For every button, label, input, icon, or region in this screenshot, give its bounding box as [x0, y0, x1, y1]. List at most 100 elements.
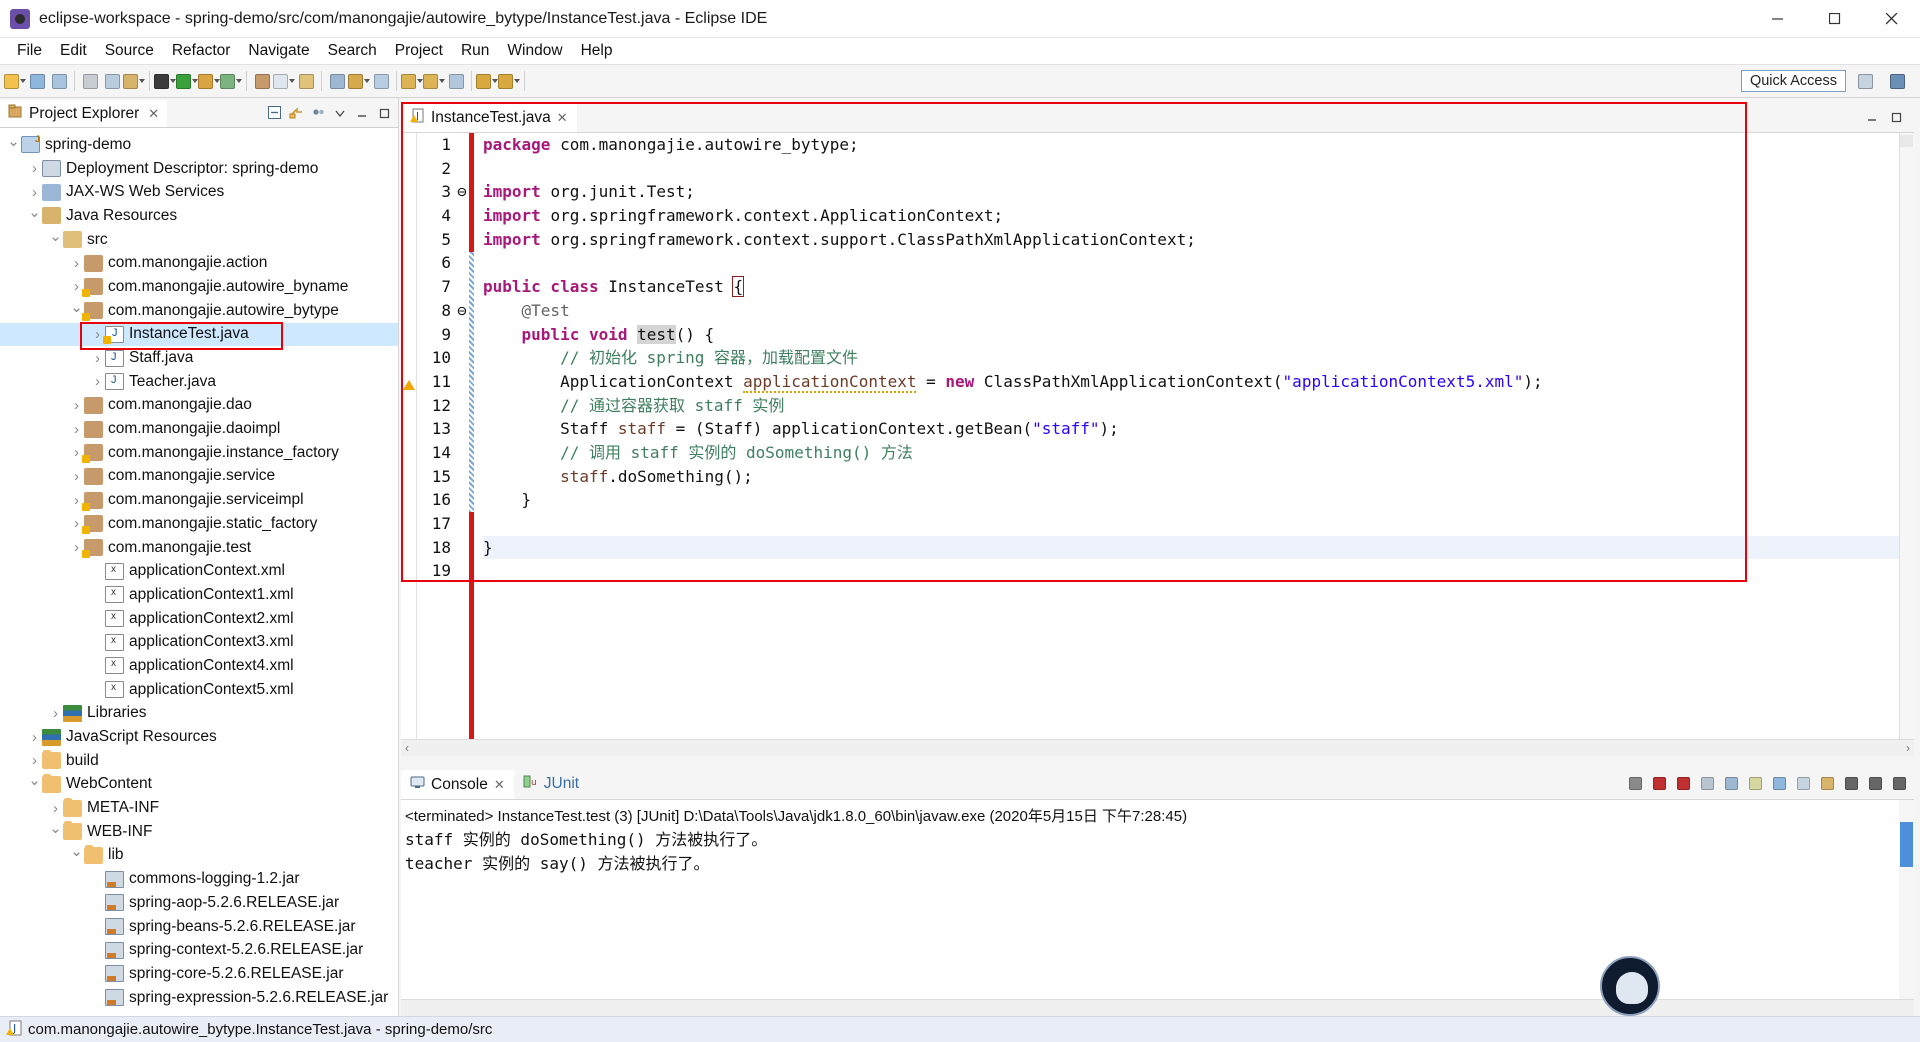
view-menu-icon[interactable] — [308, 103, 328, 123]
last-edit-location-icon[interactable] — [445, 69, 467, 93]
chevron-right-icon[interactable] — [48, 800, 63, 817]
display-selected-console-icon[interactable] — [1793, 773, 1814, 794]
word-wrap-icon[interactable] — [1745, 773, 1766, 794]
chevron-down-icon[interactable] — [139, 79, 145, 83]
pin-console-icon[interactable] — [1769, 773, 1790, 794]
code-line[interactable]: ApplicationContext applicationContext = … — [483, 370, 1899, 394]
project-tree[interactable]: spring-demo Deployment Descriptor: spring… — [0, 128, 398, 1016]
tree-item-com-manongajie-dao[interactable]: com.manongajie.dao — [0, 394, 398, 418]
code-line[interactable]: staff.doSomething(); — [483, 465, 1899, 489]
tree-item-spring-beans-5-2-6-release-jar[interactable]: spring-beans-5.2.6.RELEASE.jar — [0, 915, 398, 939]
menu-refactor[interactable]: Refactor — [163, 39, 240, 63]
previous-annotation-icon[interactable] — [423, 69, 445, 93]
tree-item-deployment-descriptor-spring-demo[interactable]: Deployment Descriptor: spring-demo — [0, 157, 398, 181]
console-horizontal-scrollbar[interactable] — [401, 999, 1914, 1016]
tab-instancetest-java[interactable]: J InstanceTest.java ✕ — [401, 102, 577, 132]
scroll-right-arrow[interactable]: › — [1906, 741, 1910, 755]
tree-item-web-inf[interactable]: WEB-INF — [0, 820, 398, 844]
tree-item-spring-expression-5-2-6-release-jar[interactable]: spring-expression-5.2.6.RELEASE.jar — [0, 986, 398, 1010]
remove-all-terminated-icon[interactable] — [1673, 773, 1694, 794]
close-button[interactable] — [1863, 0, 1920, 38]
tree-item-com-manongajie-service[interactable]: com.manongajie.service — [0, 465, 398, 489]
console-output[interactable]: <terminated> InstanceTest.test (3) [JUni… — [401, 799, 1914, 999]
link-with-editor-icon[interactable] — [286, 103, 306, 123]
save-all-icon[interactable] — [48, 69, 70, 93]
code-line[interactable]: package com.manongajie.autowire_bytype; — [483, 133, 1899, 157]
open-task-icon[interactable] — [348, 69, 370, 93]
code-line[interactable] — [483, 559, 1899, 583]
tree-item-com-manongajie-daoimpl[interactable]: com.manongajie.daoimpl — [0, 417, 398, 441]
debug-icon[interactable] — [154, 69, 176, 93]
editor-code-content[interactable]: package com.manongajie.autowire_bytype; … — [474, 133, 1899, 739]
code-line[interactable]: } — [483, 488, 1899, 512]
terminate-icon[interactable] — [1625, 773, 1646, 794]
tree-item-com-manongajie-test[interactable]: com.manongajie.test — [0, 536, 398, 560]
maximize-view-icon[interactable] — [1889, 773, 1910, 794]
minimize-view-icon[interactable] — [352, 103, 372, 123]
code-line[interactable]: import org.springframework.context.Appli… — [483, 204, 1899, 228]
tree-item-spring-context-5-2-6-release-jar[interactable]: spring-context-5.2.6.RELEASE.jar — [0, 938, 398, 962]
chevron-right-icon[interactable] — [69, 468, 84, 485]
new-wizard-icon[interactable] — [4, 69, 26, 93]
close-icon[interactable]: ✕ — [557, 110, 568, 126]
editor-vertical-scrollbar[interactable] — [1899, 133, 1914, 739]
chevron-right-icon[interactable] — [27, 729, 42, 746]
menu-source[interactable]: Source — [96, 39, 163, 63]
search-icon[interactable] — [326, 69, 348, 93]
tree-item-lib[interactable]: lib — [0, 844, 398, 868]
quick-access-input[interactable]: Quick Access — [1740, 70, 1846, 92]
forward-icon[interactable] — [498, 69, 520, 93]
menu-window[interactable]: Window — [498, 39, 571, 63]
tree-item-libraries[interactable]: Libraries — [0, 702, 398, 726]
new-annotation-icon[interactable] — [295, 69, 317, 93]
next-annotation-icon[interactable] — [401, 69, 423, 93]
tab-junit[interactable]: u JUnit — [514, 768, 588, 799]
new-java-package-icon[interactable] — [251, 69, 273, 93]
menu-navigate[interactable]: Navigate — [239, 39, 318, 63]
tree-item-applicationcontext1-xml[interactable]: applicationContext1.xml — [0, 583, 398, 607]
tree-item-applicationcontext-xml[interactable]: applicationContext.xml — [0, 559, 398, 583]
tree-item-meta-inf[interactable]: META-INF — [0, 796, 398, 820]
scroll-up-arrow[interactable] — [1900, 135, 1913, 147]
scroll-lock-icon[interactable] — [1721, 773, 1742, 794]
chevron-right-icon[interactable] — [69, 397, 84, 414]
export-icon[interactable] — [123, 69, 145, 93]
menu-help[interactable]: Help — [572, 39, 622, 63]
editor-annotation-ruler[interactable] — [401, 133, 417, 739]
tree-item-spring-demo[interactable]: spring-demo — [0, 133, 398, 157]
maximize-view-icon[interactable] — [374, 103, 394, 123]
remove-launch-icon[interactable] — [1649, 773, 1670, 794]
chevron-down-icon[interactable] — [27, 207, 42, 225]
close-icon[interactable]: ✕ — [494, 777, 505, 793]
minimize-view-icon[interactable] — [1865, 773, 1886, 794]
tree-item-com-manongajie-action[interactable]: com.manongajie.action — [0, 251, 398, 275]
close-icon[interactable]: ✕ — [148, 106, 159, 122]
tree-item-src[interactable]: src — [0, 228, 398, 252]
tree-item-java-resources[interactable]: Java Resources — [0, 204, 398, 228]
editor-body[interactable]: 1 2 3 4 5 6 7 8 9 10 11 12 13 14 15 16 17 18 19 ⊖ ⊖ package… — [401, 132, 1914, 739]
open-console-icon[interactable] — [1817, 773, 1838, 794]
chevron-right-icon[interactable] — [27, 184, 42, 201]
menu-edit[interactable]: Edit — [51, 39, 96, 63]
tree-item-javascript-resources[interactable]: JavaScript Resources — [0, 725, 398, 749]
run-external-tools-icon[interactable] — [198, 69, 220, 93]
chevron-down-icon[interactable] — [48, 231, 63, 249]
tree-item-com-manongajie-static-factory[interactable]: com.manongajie.static_factory — [0, 512, 398, 536]
run-icon[interactable] — [176, 69, 198, 93]
chevron-right-icon[interactable] — [69, 255, 84, 272]
fold-marker[interactable]: ⊖ — [455, 180, 469, 204]
console-vertical-scrollbar[interactable] — [1899, 800, 1914, 999]
chevron-right-icon[interactable] — [48, 705, 63, 722]
tab-project-explorer[interactable]: Project Explorer ✕ — [0, 98, 168, 127]
chevron-right-icon[interactable] — [27, 752, 42, 769]
chevron-down-icon[interactable] — [236, 79, 242, 83]
chevron-right-icon[interactable] — [69, 421, 84, 438]
view-menu-icon[interactable] — [1841, 773, 1862, 794]
chevron-down-icon[interactable] — [69, 846, 84, 864]
chevron-down-icon[interactable] — [6, 136, 21, 154]
tree-item-spring-core-5-2-6-release-jar[interactable]: spring-core-5.2.6.RELEASE.jar — [0, 962, 398, 986]
chevron-right-icon[interactable] — [90, 350, 105, 367]
chevron-down-icon[interactable] — [330, 103, 350, 123]
warning-marker-icon[interactable] — [403, 380, 415, 390]
java-ee-perspective-icon[interactable] — [1884, 69, 1910, 93]
